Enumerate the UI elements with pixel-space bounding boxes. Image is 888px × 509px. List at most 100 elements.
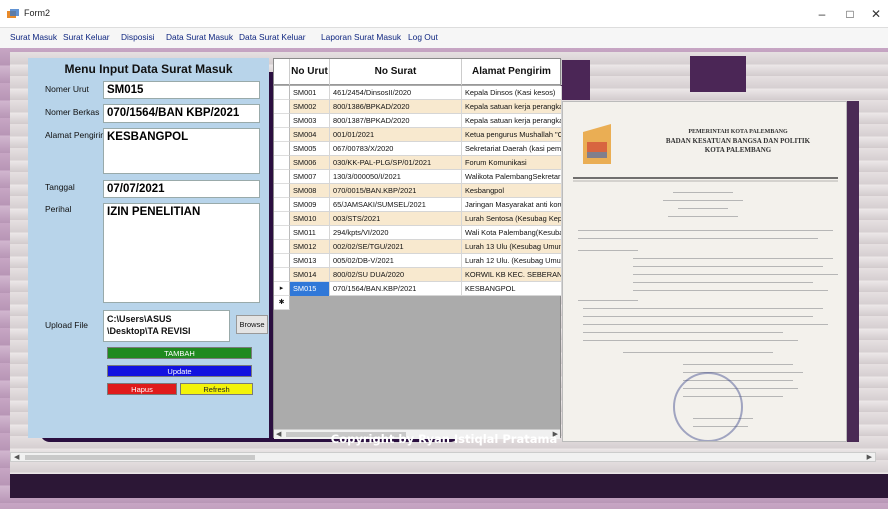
table-cell[interactable]: 65/JAMSAKI/SUMSEL/2021 — [330, 198, 462, 212]
table-cell[interactable]: 002/02/SE/TGU/2021 — [330, 240, 462, 254]
row-selector[interactable] — [274, 100, 290, 114]
table-cell[interactable]: SM005 — [290, 142, 330, 156]
table-cell[interactable]: SM013 — [290, 254, 330, 268]
row-selector[interactable] — [274, 268, 290, 282]
table-row[interactable]: SM014 800/02/SU DUA/2020 KORWIL KB KEC. SE… — [290, 268, 562, 282]
table-row[interactable]: SM005 067/00783/X/2020 Sekretariat Daerah … — [290, 142, 562, 156]
close-icon[interactable]: ✕ — [862, 4, 888, 24]
table-cell[interactable]: SM009 — [290, 198, 330, 212]
main-horizontal-scrollbar[interactable]: ◀ ▶ — [10, 452, 876, 462]
table-cell[interactable]: 800/1386/BPKAD/2020 — [330, 100, 462, 114]
table-cell[interactable]: Forum Komunikasi — [462, 156, 562, 170]
table-cell[interactable]: SM014 — [290, 268, 330, 282]
row-selector[interactable] — [274, 114, 290, 128]
table-row[interactable]: SM013 005/02/DB-V/2021 Lurah 12 Ulu. (Kesu… — [290, 254, 562, 268]
table-cell[interactable]: Kepala Dinsos (Kasi kesos) — [462, 86, 562, 100]
table-cell[interactable]: 001/01/2021 — [330, 128, 462, 142]
table-cell[interactable]: Lurah 13 Ulu (Kesubag Umum — [462, 240, 562, 254]
row-selector[interactable] — [274, 156, 290, 170]
table-row[interactable]: SM012 002/02/SE/TGU/2021 Lurah 13 Ulu (Kes… — [290, 240, 562, 254]
table-cell[interactable]: SM007 — [290, 170, 330, 184]
table-cell[interactable]: Ketua pengurus Mushallah "C — [462, 128, 562, 142]
table-row[interactable]: SM009 65/JAMSAKI/SUMSEL/2021 Jaringan Masy… — [290, 198, 562, 212]
table-cell[interactable]: SM012 — [290, 240, 330, 254]
table-cell[interactable]: 130/3/000050/I/2021 — [330, 170, 462, 184]
nomor-berkas-field[interactable]: 070/1564/BAN KBP/2021 — [103, 104, 260, 123]
alamat-pengirim-field[interactable]: KESBANGPOL — [103, 128, 260, 174]
maximize-icon[interactable]: □ — [836, 4, 864, 24]
refresh-button[interactable]: Refresh — [180, 383, 253, 395]
menu-data-surat-keluar[interactable]: Data Surat Keluar — [239, 32, 306, 42]
table-row[interactable]: SM010 003/STS/2021 Lurah Sentosa (Kesubag … — [290, 212, 562, 226]
table-row[interactable]: SM006 030/KK-PAL-PLG/SP/01/2021 Forum Komu… — [290, 156, 562, 170]
upload-path-field[interactable]: C:\Users\ASUS \Desktop\TA REVISI — [103, 310, 230, 342]
browse-button[interactable]: Browse — [236, 315, 268, 334]
table-cell[interactable]: 067/00783/X/2020 — [330, 142, 462, 156]
row-selector[interactable] — [274, 198, 290, 212]
menu-laporan-surat-masuk[interactable]: Laporan Surat Masuk — [321, 32, 401, 42]
table-cell[interactable]: Lurah Sentosa (Kesubag Kep — [462, 212, 562, 226]
minimize-icon[interactable]: – — [808, 4, 836, 24]
menu-log-out[interactable]: Log Out — [408, 32, 438, 42]
table-cell[interactable]: Wali Kota Palembang(Kesuba — [462, 226, 562, 240]
table-cell[interactable]: KORWIL KB KEC. SEBERANG — [462, 268, 562, 282]
table-cell[interactable]: 030/KK-PAL-PLG/SP/01/2021 — [330, 156, 462, 170]
table-row[interactable]: SM001 461/2454/DinsosII/2020 Kepala Dinsos… — [290, 86, 562, 100]
table-cell[interactable]: SM004 — [290, 128, 330, 142]
row-selector[interactable] — [274, 142, 290, 156]
nomor-urut-field[interactable]: SM015 — [103, 81, 260, 99]
table-cell[interactable]: 800/02/SU DUA/2020 — [330, 268, 462, 282]
row-selector[interactable] — [274, 212, 290, 226]
table-cell[interactable]: 800/1387/BPKAD/2020 — [330, 114, 462, 128]
table-cell[interactable]: Kesbangpol — [462, 184, 562, 198]
scroll-left-icon[interactable]: ◀ — [14, 453, 19, 461]
update-button[interactable]: Update — [107, 365, 252, 377]
row-selector[interactable] — [274, 170, 290, 184]
table-cell[interactable]: 003/STS/2021 — [330, 212, 462, 226]
table-row[interactable]: SM015 070/1564/BAN.KBP/2021 KESBANGPOL — [290, 282, 562, 296]
table-cell[interactable]: SM003 — [290, 114, 330, 128]
new-row-selector[interactable]: ✱ — [274, 296, 290, 310]
hapus-button[interactable]: Hapus — [107, 383, 177, 395]
menu-surat-keluar[interactable]: Surat Keluar — [63, 32, 110, 42]
row-selector[interactable]: ▸ — [274, 282, 290, 296]
table-cell[interactable]: SM010 — [290, 212, 330, 226]
table-cell[interactable]: SM008 — [290, 184, 330, 198]
column-header-no-urut[interactable]: No Urut — [290, 59, 330, 85]
row-selector[interactable] — [274, 240, 290, 254]
scroll-right-icon[interactable]: ▶ — [867, 453, 872, 461]
menu-disposisi[interactable]: Disposisi — [121, 32, 155, 42]
table-row[interactable]: SM002 800/1386/BPKAD/2020 Kepala satuan ke… — [290, 100, 562, 114]
table-cell[interactable]: KESBANGPOL — [462, 282, 562, 296]
menu-data-surat-masuk[interactable]: Data Surat Masuk — [166, 32, 233, 42]
table-cell[interactable]: Jaringan Masyarakat anti koru — [462, 198, 562, 212]
table-cell[interactable]: Kepala satuan kerja perangkat — [462, 100, 562, 114]
table-cell[interactable]: SM015 — [290, 282, 330, 296]
row-selector[interactable] — [274, 254, 290, 268]
table-row[interactable]: SM008 070/0015/BAN.KBP/2021 Kesbangpol — [290, 184, 562, 198]
table-cell[interactable]: 070/0015/BAN.KBP/2021 — [330, 184, 462, 198]
tambah-button[interactable]: TAMBAH — [107, 347, 252, 359]
row-selector[interactable] — [274, 128, 290, 142]
tanggal-field[interactable]: 07/07/2021 — [103, 180, 260, 198]
table-row[interactable]: SM007 130/3/000050/I/2021 Walikota Palemba… — [290, 170, 562, 184]
table-row[interactable]: SM004 001/01/2021 Ketua pengurus Mushallah… — [290, 128, 562, 142]
table-cell[interactable]: 070/1564/BAN.KBP/2021 — [330, 282, 462, 296]
surat-masuk-grid[interactable]: No Urut No Surat Alamat Pengirim SM001 46… — [273, 58, 562, 439]
table-cell[interactable]: Sekretariat Daerah (kasi pem — [462, 142, 562, 156]
table-row[interactable]: SM003 800/1387/BPKAD/2020 Kepala satuan ke… — [290, 114, 562, 128]
column-header-alamat-pengirim[interactable]: Alamat Pengirim — [462, 59, 562, 85]
table-cell[interactable]: SM001 — [290, 86, 330, 100]
table-cell[interactable]: SM006 — [290, 156, 330, 170]
table-cell[interactable]: SM002 — [290, 100, 330, 114]
table-cell[interactable]: SM011 — [290, 226, 330, 240]
column-header-no-surat[interactable]: No Surat — [330, 59, 462, 85]
scroll-thumb[interactable] — [25, 455, 255, 460]
row-selector[interactable] — [274, 184, 290, 198]
table-cell[interactable]: Walikota PalembangSekretari — [462, 170, 562, 184]
menu-surat-masuk[interactable]: Surat Masuk — [10, 32, 57, 42]
perihal-field[interactable]: IZIN PENELITIAN — [103, 203, 260, 303]
table-cell[interactable]: Kepala satuan kerja perangkat — [462, 114, 562, 128]
row-selector[interactable] — [274, 86, 290, 100]
table-cell[interactable]: 005/02/DB-V/2021 — [330, 254, 462, 268]
